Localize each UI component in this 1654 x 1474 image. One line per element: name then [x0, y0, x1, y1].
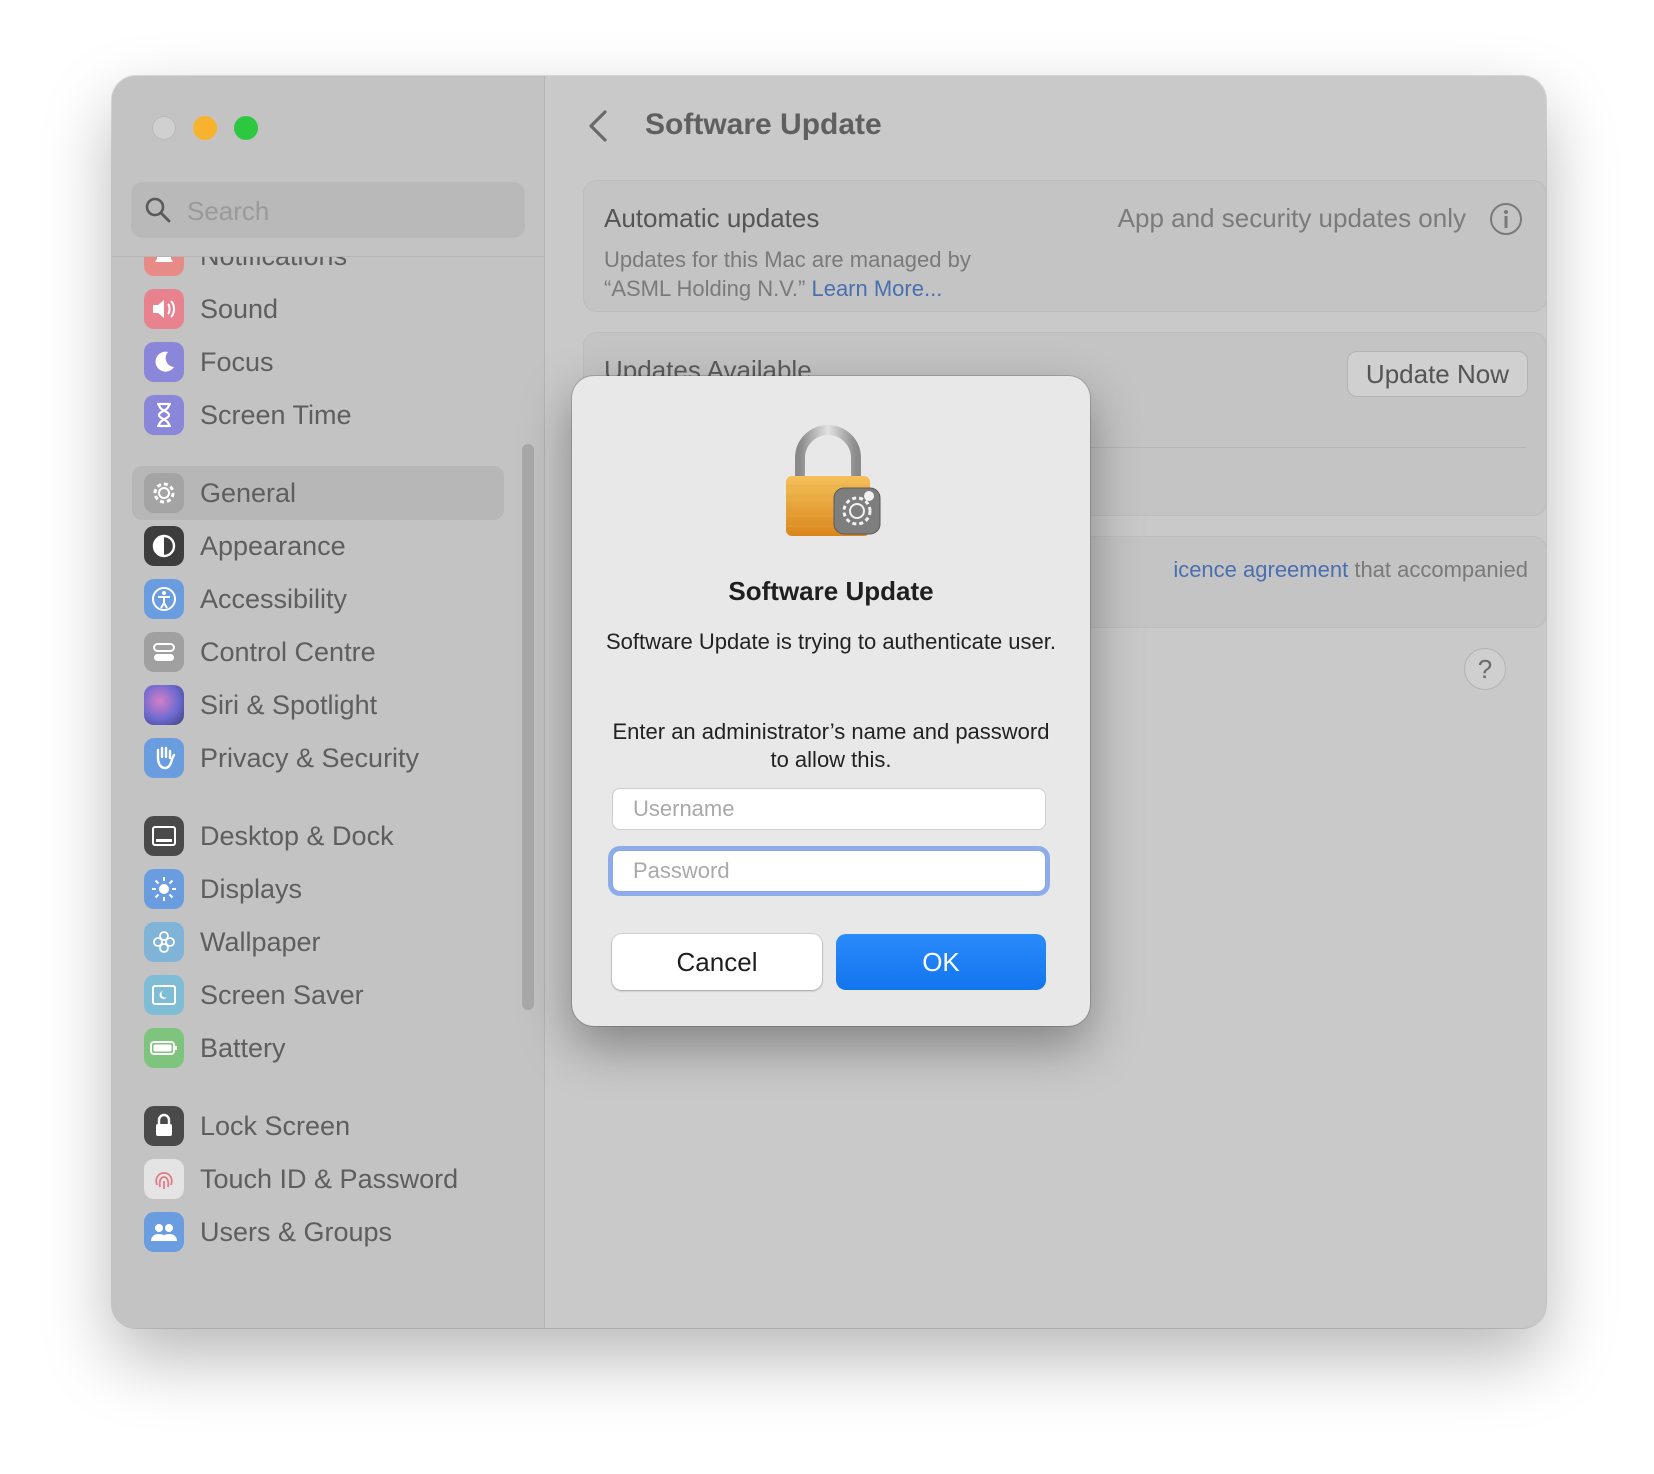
gear-icon: [144, 473, 184, 513]
fingerprint-icon: [144, 1159, 184, 1199]
managed-by-text: Updates for this Mac are managed by: [604, 247, 971, 272]
sidebar-item-touch-id[interactable]: Touch ID & Password: [132, 1152, 504, 1206]
sidebar-item-label: Sound: [200, 294, 279, 324]
help-button[interactable]: ?: [1464, 648, 1506, 690]
users-icon: [144, 1212, 184, 1252]
hand-icon: [144, 738, 184, 778]
sidebar-item-privacy-security[interactable]: Privacy & Security: [132, 731, 504, 785]
sidebar-item-label: Wallpaper: [200, 927, 321, 957]
cancel-button[interactable]: Cancel: [612, 934, 822, 990]
sidebar-item-users-groups[interactable]: Users & Groups: [132, 1205, 504, 1259]
minimize-window-button[interactable]: [193, 116, 217, 140]
search-input[interactable]: [185, 182, 509, 240]
accessibility-icon: [144, 579, 184, 619]
username-input[interactable]: [612, 788, 1046, 830]
sidebar-item-label: Screen Saver: [200, 980, 364, 1010]
sidebar-item-wallpaper[interactable]: Wallpaper: [132, 915, 504, 969]
automatic-updates-value: App and security updates only: [1117, 203, 1466, 233]
close-window-button[interactable]: [152, 116, 176, 140]
sidebar-list: Notifications Sound Focus Screen Time: [112, 257, 544, 1328]
lock-icon: [144, 1106, 184, 1146]
dock-icon: [144, 816, 184, 856]
sidebar-item-appearance[interactable]: Appearance: [132, 519, 504, 573]
dialog-title: Software Update: [728, 576, 934, 606]
sun-icon: [144, 869, 184, 909]
sidebar-item-label: Accessibility: [200, 584, 348, 614]
sidebar-item-control-centre[interactable]: Control Centre: [132, 625, 504, 679]
sidebar-item-screen-saver[interactable]: Screen Saver: [132, 968, 504, 1022]
screensaver-icon: [144, 975, 184, 1015]
sidebar-item-label: Siri & Spotlight: [200, 690, 378, 720]
dialog-message: Software Update is trying to authenticat…: [605, 629, 1057, 654]
sidebar-item-label: Focus: [200, 347, 274, 377]
speaker-icon: [144, 289, 184, 329]
sidebar-item-battery[interactable]: Battery: [132, 1021, 504, 1075]
sidebar-item-notifications[interactable]: Notifications: [132, 257, 504, 283]
sidebar-item-label: Control Centre: [200, 637, 376, 667]
sidebar-item-label: Appearance: [200, 531, 346, 561]
sidebar-item-focus[interactable]: Focus: [132, 335, 504, 389]
licence-agreement-link[interactable]: icence agreement: [1173, 557, 1348, 582]
sidebar-item-label: Privacy & Security: [200, 743, 420, 773]
authentication-dialog: Software Update Software Update is tryin…: [572, 376, 1090, 1026]
sidebar: Notifications Sound Focus Screen Time: [112, 76, 545, 1328]
battery-icon: [144, 1028, 184, 1068]
back-chevron-icon[interactable]: [585, 106, 611, 146]
siri-icon: [144, 685, 184, 725]
toggles-icon: [144, 632, 184, 672]
sidebar-item-displays[interactable]: Displays: [132, 862, 504, 916]
organization-name: “ASML Holding N.V.”: [604, 276, 806, 301]
hourglass-icon: [144, 395, 184, 435]
licence-trailing-text: that accompanied: [1354, 557, 1528, 582]
padlock-gear-icon: [786, 425, 881, 536]
search-field[interactable]: [131, 182, 525, 240]
ok-button[interactable]: OK: [836, 934, 1046, 990]
bell-icon: [144, 257, 184, 276]
update-now-button[interactable]: Update Now: [1346, 351, 1528, 397]
appearance-icon: [144, 526, 184, 566]
search-icon: [145, 197, 171, 223]
password-input[interactable]: [612, 850, 1046, 892]
info-icon[interactable]: [1488, 201, 1524, 237]
sidebar-item-label: Lock Screen: [200, 1111, 351, 1141]
traffic-lights: [152, 116, 258, 140]
sidebar-item-screen-time[interactable]: Screen Time: [132, 388, 504, 442]
automatic-updates-title: Automatic updates: [604, 203, 820, 233]
sidebar-item-siri-spotlight[interactable]: Siri & Spotlight: [132, 678, 504, 732]
automatic-updates-description: Updates for this Mac are managed by “ASM…: [604, 245, 1044, 303]
sidebar-item-label: Notifications: [200, 257, 347, 283]
dialog-prompt: Enter an administrator’s name and passwo…: [612, 719, 1050, 772]
sidebar-item-label: Users & Groups: [200, 1217, 393, 1247]
page-title: Software Update: [645, 108, 882, 141]
automatic-updates-card: Automatic updates Updates for this Mac a…: [583, 180, 1546, 312]
sidebar-item-general[interactable]: General: [132, 466, 504, 520]
sidebar-item-lock-screen[interactable]: Lock Screen: [132, 1099, 504, 1153]
sidebar-item-accessibility[interactable]: Accessibility: [132, 572, 504, 626]
zoom-window-button[interactable]: [234, 116, 258, 140]
sidebar-item-label: Touch ID & Password: [200, 1164, 459, 1194]
sidebar-item-label: Displays: [200, 874, 303, 904]
flower-icon: [144, 922, 184, 962]
sidebar-item-label: Battery: [200, 1033, 286, 1063]
sidebar-scrollbar[interactable]: [522, 444, 534, 1010]
sidebar-item-sound[interactable]: Sound: [132, 282, 504, 336]
sidebar-item-label: Desktop & Dock: [200, 821, 394, 851]
sidebar-item-label: General: [200, 478, 297, 508]
sidebar-item-desktop-dock[interactable]: Desktop & Dock: [132, 809, 504, 863]
moon-icon: [144, 342, 184, 382]
learn-more-link[interactable]: Learn More...: [811, 276, 942, 301]
sidebar-item-label: Screen Time: [200, 400, 352, 430]
